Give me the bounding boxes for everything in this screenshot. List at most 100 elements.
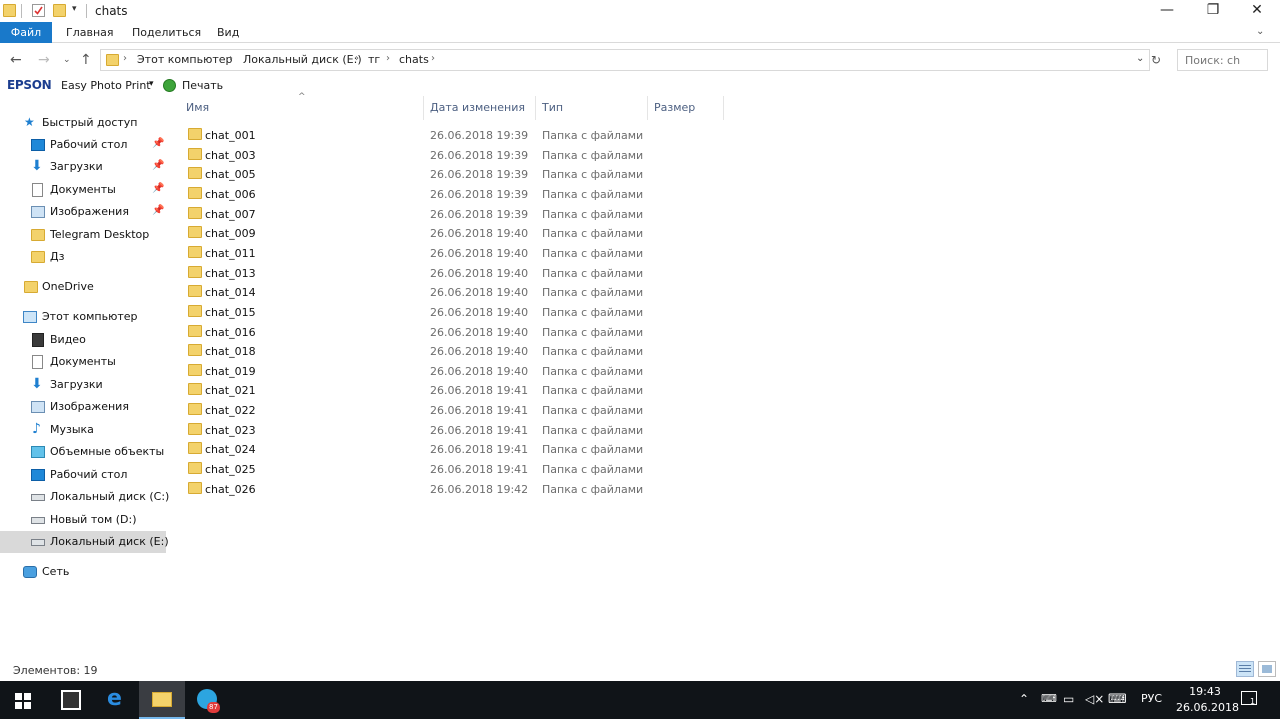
start-button[interactable] xyxy=(0,681,46,719)
back-arrow-icon[interactable]: ← xyxy=(10,52,22,68)
file-row[interactable]: chat_007 26.06.2018 19:39 Папка с файлами xyxy=(184,204,654,224)
taskbar-file-explorer[interactable] xyxy=(139,681,185,719)
nav-telegram-desktop[interactable]: Telegram Desktop xyxy=(0,224,166,246)
file-row[interactable]: chat_019 26.06.2018 19:40 Папка с файлами xyxy=(184,361,654,381)
nav-desktop[interactable]: Рабочий стол 📌 xyxy=(0,134,166,156)
clock[interactable]: 19:43 26.06.2018 xyxy=(1176,685,1239,714)
file-row[interactable]: chat_025 26.06.2018 19:41 Папка с файлами xyxy=(184,459,654,479)
taskbar-photos-app[interactable] xyxy=(47,681,93,719)
nav-dz[interactable]: Дз xyxy=(0,246,166,268)
quick-access-dropdown-icon[interactable]: ▾ xyxy=(72,4,77,14)
nav-pictures[interactable]: Изображения 📌 xyxy=(0,201,166,223)
file-row[interactable]: chat_023 26.06.2018 19:41 Папка с файлами xyxy=(184,420,654,440)
breadcrumb-separator[interactable]: › xyxy=(355,53,359,64)
up-arrow-icon[interactable]: ↑ xyxy=(80,52,92,68)
file-type: Папка с файлами xyxy=(542,463,644,477)
nav-drive-e[interactable]: Локальный диск (E:) xyxy=(0,531,169,553)
file-row[interactable]: chat_006 26.06.2018 19:39 Папка с файлами xyxy=(184,184,654,204)
pin-icon[interactable]: 📌 xyxy=(152,160,164,171)
refresh-icon[interactable]: ↻ xyxy=(1151,53,1165,67)
nav-drive-c[interactable]: Локальный диск (C:) xyxy=(0,486,169,508)
breadcrumb-this-pc[interactable]: Этот компьютер xyxy=(137,53,233,66)
details-view-icon[interactable] xyxy=(1236,661,1254,677)
file-row[interactable]: chat_005 26.06.2018 19:39 Папка с файлами xyxy=(184,164,654,184)
network-tray-icon[interactable]: ▭ xyxy=(1063,692,1074,706)
nav-pc-documents[interactable]: Документы xyxy=(0,351,166,373)
taskbar-edge[interactable]: e xyxy=(93,681,139,719)
minimize-button[interactable]: — xyxy=(1144,0,1190,22)
breadcrumb-drive-e[interactable]: Локальный диск (E:) xyxy=(243,53,362,66)
easy-photo-print-button[interactable]: Easy Photo Print xyxy=(61,79,151,92)
keyboard-icon[interactable]: ⌨ xyxy=(1108,692,1127,707)
large-icons-view-icon[interactable] xyxy=(1258,661,1276,677)
tab-home[interactable]: Главная xyxy=(56,22,124,43)
tab-file[interactable]: Файл xyxy=(0,22,52,43)
pin-icon[interactable]: 📌 xyxy=(152,183,164,194)
breadcrumb-separator[interactable]: › xyxy=(229,53,233,64)
file-name: chat_009 xyxy=(205,227,256,241)
close-button[interactable]: ✕ xyxy=(1234,0,1280,22)
file-row[interactable]: chat_024 26.06.2018 19:41 Папка с файлами xyxy=(184,439,654,459)
easy-photo-print-dropdown-icon[interactable]: ▾ xyxy=(149,79,154,89)
action-center-icon[interactable]: 1 xyxy=(1241,691,1257,706)
tab-share[interactable]: Поделиться xyxy=(122,22,211,43)
taskbar-telegram[interactable]: 87 xyxy=(185,681,231,719)
nav-label: Изображения xyxy=(50,205,129,218)
nav-this-pc[interactable]: Этот компьютер xyxy=(0,306,166,328)
nav-onedrive[interactable]: OneDrive xyxy=(0,276,166,298)
nav-pc-downloads[interactable]: ⬇ Загрузки xyxy=(0,374,166,396)
volume-icon[interactable]: ◁× xyxy=(1085,692,1104,706)
navigation-bar: ← → ⌄ ↑ › Этот компьютер › Локальный дис… xyxy=(0,44,1280,76)
file-row[interactable]: chat_022 26.06.2018 19:41 Папка с файлами xyxy=(184,400,654,420)
file-row[interactable]: chat_016 26.06.2018 19:40 Папка с файлами xyxy=(184,322,654,342)
file-row[interactable]: chat_001 26.06.2018 19:39 Папка с файлами xyxy=(184,125,654,145)
nav-network[interactable]: Сеть xyxy=(0,561,166,583)
file-row[interactable]: chat_021 26.06.2018 19:41 Папка с файлами xyxy=(184,380,654,400)
breadcrumb-tg[interactable]: тг xyxy=(368,53,380,66)
column-header-type[interactable]: Тип xyxy=(536,96,648,120)
nav-music[interactable]: ♪ Музыка xyxy=(0,419,166,441)
breadcrumb-separator[interactable]: › xyxy=(431,53,435,64)
nav-pc-pictures[interactable]: Изображения xyxy=(0,396,166,418)
nav-downloads[interactable]: ⬇ Загрузки 📌 xyxy=(0,156,166,178)
tab-view[interactable]: Вид xyxy=(207,22,249,43)
folder-icon xyxy=(106,54,119,66)
new-folder-icon[interactable] xyxy=(53,4,66,17)
file-row[interactable]: chat_013 26.06.2018 19:40 Папка с файлами xyxy=(184,263,654,283)
print-icon[interactable] xyxy=(163,79,176,92)
nav-documents[interactable]: Документы 📌 xyxy=(0,179,166,201)
file-date: 26.06.2018 19:40 xyxy=(430,364,529,378)
forward-arrow-icon[interactable]: → xyxy=(38,52,50,68)
input-method-icon[interactable]: ⌨ xyxy=(1041,692,1057,705)
file-row[interactable]: chat_003 26.06.2018 19:39 Папка с файлами xyxy=(184,145,654,165)
maximize-button[interactable]: ❐ xyxy=(1190,0,1236,22)
search-input[interactable]: Поиск: ch xyxy=(1177,49,1268,71)
column-header-name[interactable]: Имя xyxy=(180,96,424,120)
nav-drive-d[interactable]: Новый том (D:) xyxy=(0,509,166,531)
nav-quick-access[interactable]: ★ Быстрый доступ xyxy=(0,112,166,134)
file-row[interactable]: chat_015 26.06.2018 19:40 Папка с файлами xyxy=(184,302,654,322)
ribbon-expand-icon[interactable]: ⌄ xyxy=(1256,26,1264,37)
pin-icon[interactable]: 📌 xyxy=(152,205,164,216)
column-header-size[interactable]: Размер xyxy=(648,96,724,120)
breadcrumb-chats[interactable]: chats xyxy=(399,53,429,66)
show-hidden-icons[interactable]: ⌃ xyxy=(1019,692,1029,706)
column-header-date[interactable]: Дата изменения xyxy=(424,96,536,120)
file-row[interactable]: chat_009 26.06.2018 19:40 Папка с файлами xyxy=(184,223,654,243)
properties-icon[interactable] xyxy=(32,4,45,17)
nav-video[interactable]: Видео xyxy=(0,329,166,351)
file-row[interactable]: chat_011 26.06.2018 19:40 Папка с файлами xyxy=(184,243,654,263)
print-button[interactable]: Печать xyxy=(182,79,223,92)
pin-icon[interactable]: 📌 xyxy=(152,138,164,149)
breadcrumb-separator[interactable]: › xyxy=(123,53,127,64)
file-row[interactable]: chat_018 26.06.2018 19:40 Папка с файлами xyxy=(184,341,654,361)
address-bar[interactable]: › Этот компьютер › Локальный диск (E:) ›… xyxy=(100,49,1150,71)
address-dropdown-icon[interactable]: ⌄ xyxy=(1136,53,1144,64)
recent-locations-icon[interactable]: ⌄ xyxy=(63,55,71,65)
file-row[interactable]: chat_026 26.06.2018 19:42 Папка с файлами xyxy=(184,479,654,499)
nav-3d-objects[interactable]: Объемные объекты xyxy=(0,441,166,463)
language-indicator[interactable]: РУС xyxy=(1141,692,1162,705)
breadcrumb-separator[interactable]: › xyxy=(386,53,390,64)
file-row[interactable]: chat_014 26.06.2018 19:40 Папка с файлами xyxy=(184,282,654,302)
nav-pc-desktop[interactable]: Рабочий стол xyxy=(0,464,166,486)
